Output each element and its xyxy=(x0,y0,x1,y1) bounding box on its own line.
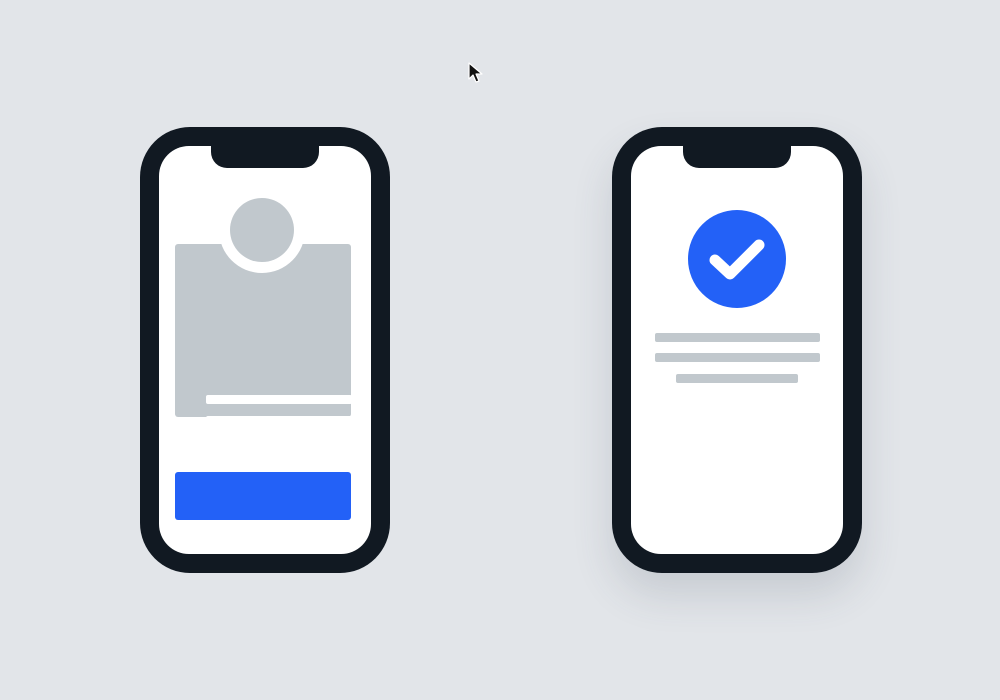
status-text-line xyxy=(655,353,820,362)
mouse-cursor-icon xyxy=(468,62,483,83)
card-text-line xyxy=(206,416,352,425)
phone-screen xyxy=(159,146,371,554)
phone-profile-mockup xyxy=(140,127,390,573)
checkmark-icon xyxy=(709,239,765,280)
check-circle-icon xyxy=(688,210,786,308)
phone-notch xyxy=(683,146,791,168)
canvas xyxy=(0,0,1000,700)
phone-notch xyxy=(211,146,319,168)
phone-success-mockup xyxy=(612,127,862,573)
avatar-icon xyxy=(230,198,294,262)
primary-action-button[interactable] xyxy=(175,472,351,520)
card-text-line xyxy=(206,395,352,404)
status-text-line xyxy=(655,333,820,342)
card-text-line xyxy=(206,457,279,466)
phone-screen xyxy=(631,146,843,554)
status-text-line xyxy=(676,374,798,383)
card-text-line xyxy=(206,436,352,445)
